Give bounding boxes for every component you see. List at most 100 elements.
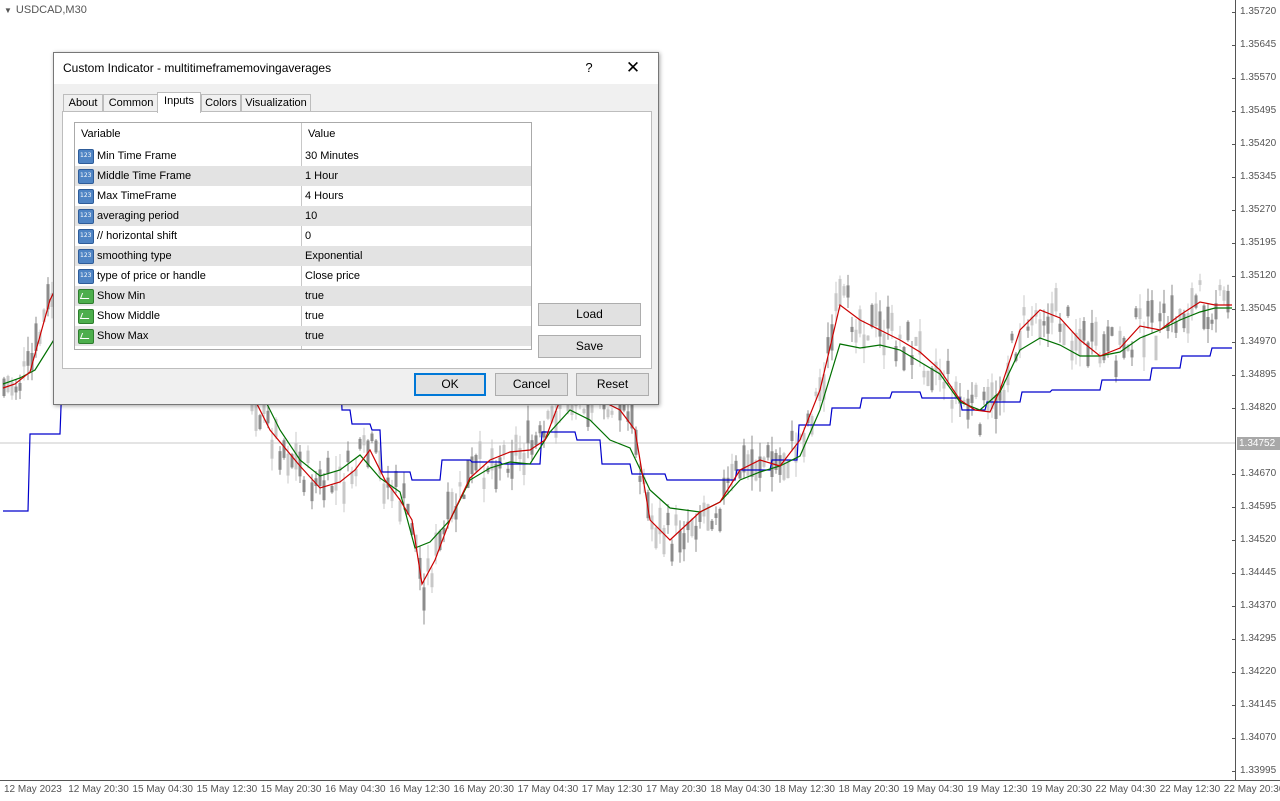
variable-value[interactable]: Exponential [305,246,363,266]
tab-common[interactable]: Common [103,94,159,112]
candle-body [1106,326,1110,352]
tab-colors[interactable]: Colors [201,94,241,112]
inputs-grid[interactable]: Variable Value Min Time Frame 30 Minutes… [74,122,532,350]
candle-body [638,475,642,482]
candle-body [970,394,974,404]
time-tick-label: 12 May 2023 [4,784,62,795]
variable-value[interactable]: 1 Hour [305,166,338,186]
price-tick-label: 1.34295 [1231,633,1277,644]
variable-value[interactable]: Close price [305,266,360,286]
help-button[interactable]: ? [577,58,601,78]
input-row-show-middle[interactable]: Show Middle true [75,306,531,326]
candle-body [1038,319,1042,339]
header-variable[interactable]: Variable [75,123,121,145]
candle-body [946,360,950,375]
variable-name: Show Max [97,330,149,342]
candle-body [902,347,906,371]
price-tick-label: 1.34220 [1231,666,1277,677]
candle-body [678,530,682,553]
input-row-show-max[interactable]: Show Max true [75,326,531,346]
time-tick-label: 18 May 04:30 [710,784,771,795]
candle-body [1130,349,1134,358]
candle-body [358,438,362,449]
candle-body [846,285,850,298]
candle-body [286,453,290,476]
price-tick-label: 1.34070 [1231,732,1277,743]
candle-body [906,321,910,341]
candle-body [1182,313,1186,329]
candle-body [1134,308,1138,318]
load-button[interactable]: Load [538,303,641,326]
variable-value[interactable]: 10 [305,206,317,226]
save-button[interactable]: Save [538,335,641,358]
candle-body [346,450,350,463]
candle-body [878,311,882,337]
candle-body [854,329,858,343]
number-icon [78,209,94,224]
dialog-titlebar[interactable]: Custom Indicator - multitimeframemovinga… [54,53,658,84]
variable-value[interactable]: 0 [305,226,311,246]
variable-value[interactable]: 30 Minutes [305,146,359,166]
candle-body [266,410,270,424]
candle-body [398,500,402,522]
candle-body [882,333,886,356]
variable-value[interactable]: true [305,306,324,326]
header-value[interactable]: Value [302,123,335,145]
tab-inputs[interactable]: Inputs [157,92,201,113]
price-axis[interactable]: 1.34752 1.35720 1.35645 1.35570 1.35495 1.35… [1231,0,1280,780]
collapse-triangle-icon[interactable]: ▼ [4,6,12,15]
input-row-smoothing-type[interactable]: smoothing type Exponential [75,246,531,266]
candle-body [330,485,334,493]
ok-button[interactable]: OK [414,373,486,396]
input-row-min-time-frame[interactable]: Min Time Frame 30 Minutes [75,146,531,166]
candle-body [10,381,14,396]
candle-body [1218,284,1222,291]
candle-body [1102,334,1106,361]
price-tick-label: 1.34145 [1231,699,1277,710]
candle-body [682,533,686,550]
candle-body [1010,333,1014,341]
number-icon [78,229,94,244]
custom-indicator-dialog: Custom Indicator - multitimeframemovinga… [53,52,659,405]
candle-body [1022,307,1026,316]
candle-body [654,527,658,549]
candle-body [258,415,262,430]
tab-about[interactable]: About [63,94,103,112]
close-button[interactable]: ✕ [620,58,646,78]
candle-body [374,440,378,453]
variable-name: Min Time Frame [97,150,177,162]
candle-body [278,451,282,470]
candle-body [1138,308,1142,319]
time-tick-label: 17 May 12:30 [581,784,643,795]
number-icon [78,249,94,264]
input-row-show-min[interactable]: Show Min true [75,286,531,306]
candle-body [886,306,890,329]
candle-body [1222,290,1226,301]
reset-button[interactable]: Reset [576,373,649,396]
candle-body [866,335,870,341]
price-tick-label: 1.34970 [1231,336,1277,347]
candle-body [1114,360,1118,378]
candle-body [1066,306,1070,317]
input-row-averaging-period[interactable]: averaging period 10 [75,206,531,226]
variable-value[interactable]: true [305,286,324,306]
input-row-max-timeframe[interactable]: Max TimeFrame 4 Hours [75,186,531,206]
variable-value[interactable]: 4 Hours [305,186,344,206]
candle-body [430,573,434,588]
input-row-horizontal-shift[interactable]: // horizontal shift 0 [75,226,531,246]
candle-body [446,491,450,520]
input-row-price-type[interactable]: type of price or handle Close price [75,266,531,286]
boolean-icon [78,329,94,344]
time-tick-label: 12 May 20:30 [68,784,129,795]
price-tick-label: 1.35495 [1231,105,1277,116]
tab-visualization[interactable]: Visualization [241,94,311,112]
time-axis[interactable]: 12 May 2023 12 May 20:30 15 May 04:30 15 Ma… [0,780,1280,801]
variable-value[interactable]: true [305,326,324,346]
candle-body [322,480,326,501]
candle-body [1082,320,1086,341]
candle-body [790,430,794,442]
candle-body [1154,335,1158,361]
cancel-button[interactable]: Cancel [495,373,568,396]
candle-body [458,482,462,487]
input-row-middle-time-frame[interactable]: Middle Time Frame 1 Hour [75,166,531,186]
